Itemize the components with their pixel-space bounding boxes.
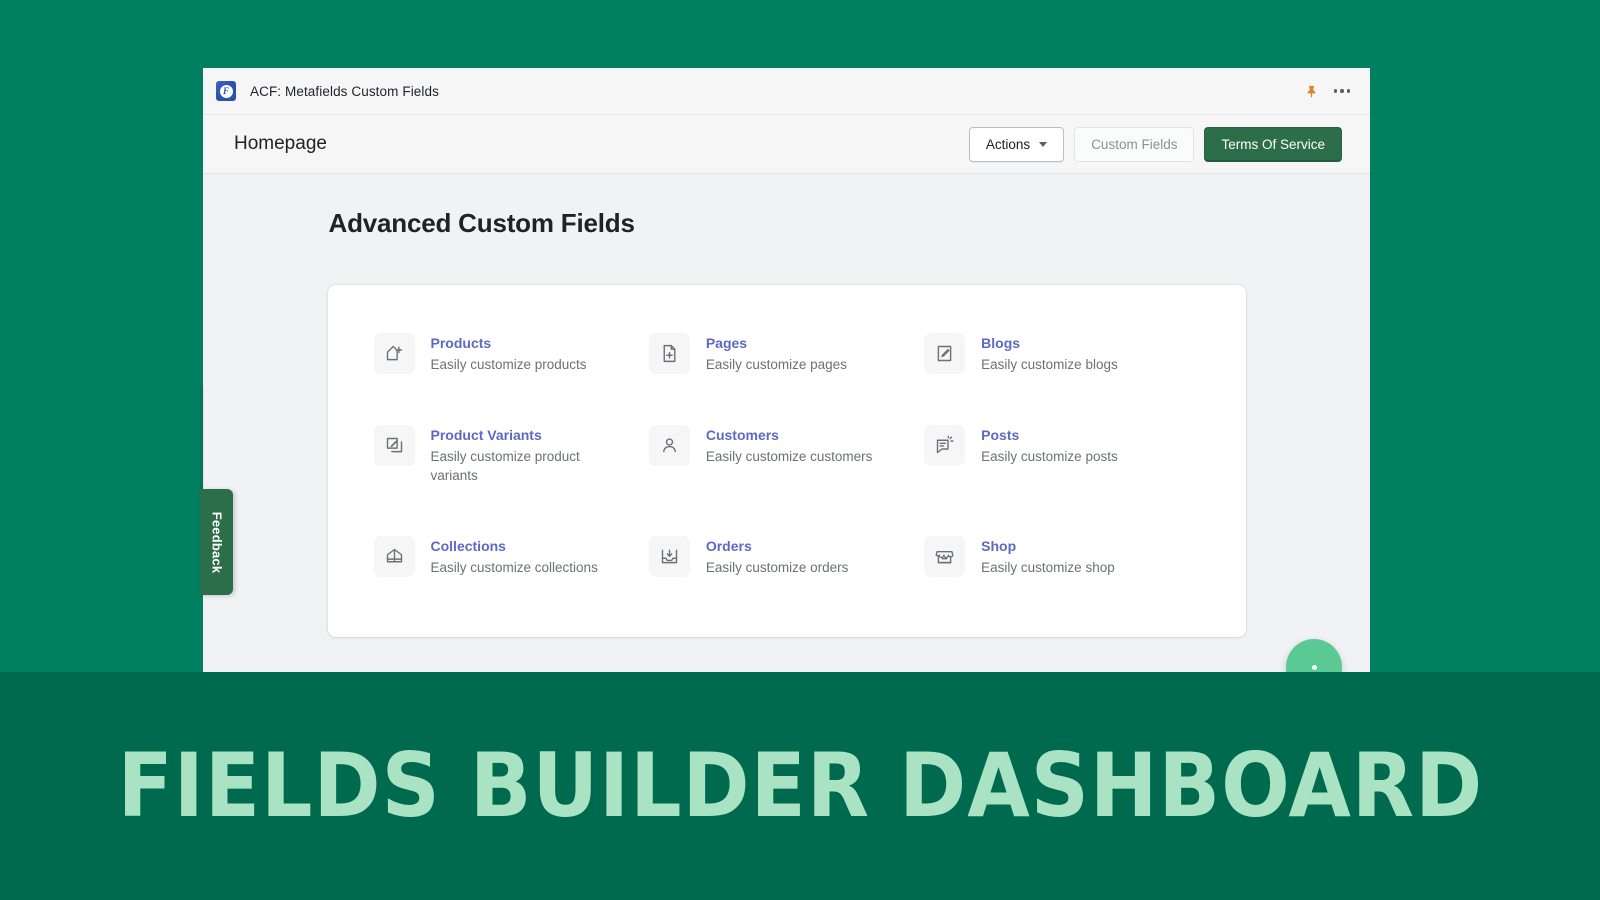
- grid-item-title: Collections: [431, 536, 598, 556]
- grid-item-text: Product Variants Easily customize produc…: [431, 424, 611, 486]
- grid-item-title: Orders: [706, 536, 849, 556]
- person-icon: [649, 425, 690, 466]
- chat-lines-icon: [924, 425, 965, 466]
- actions-button-label: Actions: [986, 137, 1030, 152]
- chevron-down-icon: [1039, 142, 1047, 147]
- grid-item-desc: Easily customize collections: [431, 558, 598, 578]
- grid-item-text: Blogs Easily customize blogs: [981, 332, 1118, 375]
- grid-item-title: Product Variants: [431, 425, 611, 445]
- grid-item-desc: Easily customize customers: [706, 447, 873, 467]
- custom-fields-button[interactable]: Custom Fields: [1074, 127, 1194, 162]
- grid-item-title: Pages: [706, 333, 847, 353]
- inbox-download-icon: [649, 536, 690, 577]
- tag-plus-icon: [374, 333, 415, 374]
- grid-item-orders[interactable]: Orders Easily customize orders: [649, 535, 924, 578]
- collection-icon: [374, 536, 415, 577]
- grid-item-title: Customers: [706, 425, 873, 445]
- content-inner: Advanced Custom Fields Pro: [328, 208, 1246, 637]
- grid-item-shop[interactable]: Shop Easily customize shop: [924, 535, 1199, 578]
- titlebar: F ACF: Metafields Custom Fields: [203, 68, 1370, 115]
- pin-icon[interactable]: [1300, 80, 1322, 102]
- grid-item-title: Posts: [981, 425, 1118, 445]
- custom-fields-button-label: Custom Fields: [1091, 137, 1177, 152]
- fields-grid: Products Easily customize products: [374, 332, 1200, 577]
- grid-item-products[interactable]: Products Easily customize products: [374, 332, 649, 375]
- grid-item-product-variants[interactable]: Product Variants Easily customize produc…: [374, 424, 649, 486]
- app-title: ACF: Metafields Custom Fields: [250, 84, 439, 99]
- terms-of-service-button-label: Terms Of Service: [1221, 137, 1325, 152]
- grid-item-collections[interactable]: Collections Easily customize collections: [374, 535, 649, 578]
- page-title: Advanced Custom Fields: [328, 208, 1246, 239]
- grid-item-desc: Easily customize product variants: [431, 447, 611, 486]
- app-icon-glyph: F: [220, 85, 233, 98]
- feedback-tab[interactable]: Feedback: [200, 489, 233, 595]
- grid-item-text: Orders Easily customize orders: [706, 535, 849, 578]
- fields-card: Products Easily customize products: [328, 285, 1246, 637]
- grid-item-posts[interactable]: Posts Easily customize posts: [924, 424, 1199, 486]
- grid-item-desc: Easily customize posts: [981, 447, 1118, 467]
- grid-item-text: Collections Easily customize collections: [431, 535, 598, 578]
- duplicate-edit-icon: [374, 425, 415, 466]
- grid-item-text: Posts Easily customize posts: [981, 424, 1118, 467]
- feedback-tab-label: Feedback: [209, 511, 224, 573]
- content-area: Advanced Custom Fields Pro: [203, 174, 1370, 673]
- grid-item-desc: Easily customize orders: [706, 558, 849, 578]
- acf-app-icon: F: [216, 81, 236, 101]
- grid-item-desc: Easily customize shop: [981, 558, 1115, 578]
- more-options-icon[interactable]: [1330, 80, 1354, 102]
- grid-item-desc: Easily customize products: [431, 355, 587, 375]
- app-window: F ACF: Metafields Custom Fields Homepage…: [203, 68, 1370, 673]
- grid-item-title: Blogs: [981, 333, 1118, 353]
- grid-item-blogs[interactable]: Blogs Easily customize blogs: [924, 332, 1199, 375]
- storefront-icon: [924, 536, 965, 577]
- dot-2: [1340, 89, 1344, 93]
- dot-1: [1334, 89, 1338, 93]
- grid-item-customers[interactable]: Customers Easily customize customers: [649, 424, 924, 486]
- dot-3: [1347, 89, 1351, 93]
- grid-item-text: Shop Easily customize shop: [981, 535, 1115, 578]
- page-header: Homepage Actions Custom Fields Terms Of …: [203, 115, 1370, 174]
- grid-item-text: Pages Easily customize pages: [706, 332, 847, 375]
- fab-dot: [1312, 665, 1317, 670]
- breadcrumb: Homepage: [234, 133, 327, 155]
- header-actions: Actions Custom Fields Terms Of Service: [969, 127, 1342, 162]
- help-bubble-icon[interactable]: [1286, 639, 1342, 673]
- grid-item-title: Products: [431, 333, 587, 353]
- terms-of-service-button[interactable]: Terms Of Service: [1204, 127, 1342, 162]
- actions-button[interactable]: Actions: [969, 127, 1064, 162]
- grid-item-desc: Easily customize pages: [706, 355, 847, 375]
- grid-item-title: Shop: [981, 536, 1115, 556]
- window-left-shadow: [200, 385, 204, 495]
- grid-item-text: Products Easily customize products: [431, 332, 587, 375]
- banner-title: FIELDS BUILDER DASHBOARD: [117, 742, 1483, 830]
- bottom-banner: FIELDS BUILDER DASHBOARD: [0, 672, 1600, 900]
- page-plus-icon: [649, 333, 690, 374]
- grid-item-desc: Easily customize blogs: [981, 355, 1118, 375]
- grid-item-text: Customers Easily customize customers: [706, 424, 873, 467]
- edit-note-icon: [924, 333, 965, 374]
- grid-item-pages[interactable]: Pages Easily customize pages: [649, 332, 924, 375]
